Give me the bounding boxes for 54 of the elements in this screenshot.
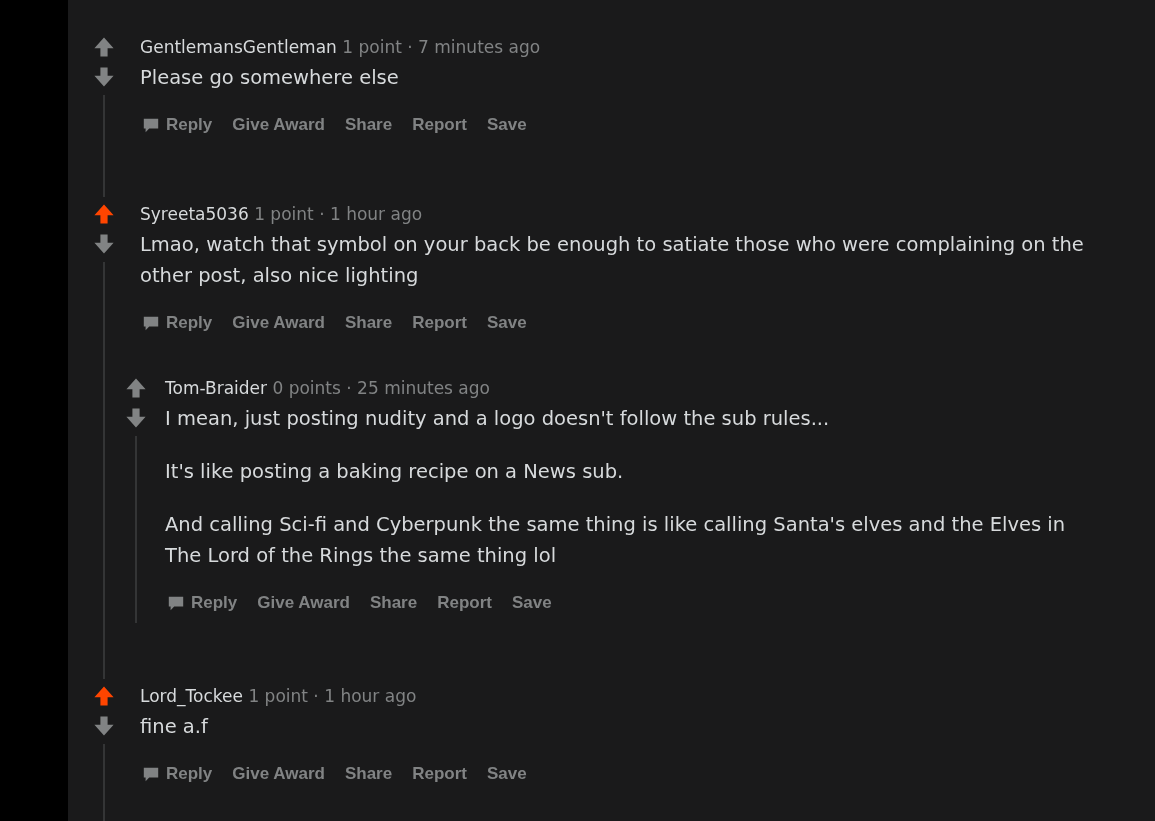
- username[interactable]: Syreeta5036: [140, 204, 249, 224]
- timestamp[interactable]: 7 minutes ago: [418, 37, 541, 57]
- username[interactable]: Lord_Tockee: [140, 686, 243, 706]
- award-button[interactable]: Give Award: [224, 758, 333, 790]
- reply-button[interactable]: Reply: [134, 758, 221, 790]
- award-button[interactable]: Give Award: [224, 307, 333, 339]
- points-count: 1 point: [248, 686, 308, 706]
- save-button[interactable]: Save: [478, 758, 535, 790]
- upvote-icon[interactable]: [92, 202, 116, 226]
- comment-text: fine a.f: [140, 714, 210, 740]
- comment-text: And calling Sci-fi and Cyberpunk the same thing is like calling Santa's elves and the Elves in The Lord of the Rings the same thing lol: [165, 512, 1067, 569]
- timestamp[interactable]: 25 minutes ago: [357, 378, 490, 398]
- upvote-icon[interactable]: [124, 376, 148, 400]
- speech-bubble-icon: [142, 116, 160, 134]
- upvote-icon[interactable]: [92, 684, 116, 708]
- separator-dot: ·: [313, 686, 319, 706]
- username[interactable]: GentlemansGentleman: [140, 37, 337, 57]
- comment-text: Please go somewhere else: [140, 65, 400, 91]
- speech-bubble-icon: [167, 594, 185, 612]
- points-count: 1 point: [342, 37, 402, 57]
- separator-dot: ·: [346, 378, 352, 398]
- share-button[interactable]: Share: [361, 587, 426, 619]
- downvote-icon[interactable]: [92, 714, 116, 738]
- share-button[interactable]: Share: [336, 758, 401, 790]
- comment-text: It's like posting a baking recipe on a News sub.: [165, 459, 625, 485]
- award-button[interactable]: Give Award: [224, 109, 333, 141]
- report-button[interactable]: Report: [404, 109, 475, 141]
- report-button[interactable]: Report: [404, 758, 475, 790]
- speech-bubble-icon: [142, 765, 160, 783]
- comment-text: Lmao, watch that symbol on your back be enough to satiate those who were complaining on the other post, also nice lighting: [140, 232, 1085, 289]
- separator-dot: ·: [319, 204, 325, 224]
- downvote-icon[interactable]: [124, 406, 148, 430]
- share-button[interactable]: Share: [336, 109, 401, 141]
- timestamp[interactable]: 1 hour ago: [324, 686, 417, 706]
- downvote-icon[interactable]: [92, 65, 116, 89]
- award-button[interactable]: Give Award: [249, 587, 358, 619]
- points-count: 1 point: [254, 204, 314, 224]
- reply-button[interactable]: Reply: [134, 307, 221, 339]
- save-button[interactable]: Save: [478, 307, 535, 339]
- timestamp[interactable]: 1 hour ago: [329, 204, 423, 224]
- separator-dot: ·: [407, 37, 413, 57]
- reply-button[interactable]: Reply: [134, 109, 221, 141]
- comment-text: I mean, just posting nudity and a logo doesn't follow the sub rules...: [165, 406, 831, 432]
- speech-bubble-icon: [142, 314, 160, 332]
- username[interactable]: Tom-Braider: [165, 378, 268, 398]
- points-count: 0 points: [272, 378, 341, 398]
- save-button[interactable]: Save: [478, 109, 535, 141]
- share-button[interactable]: Share: [336, 307, 401, 339]
- upvote-icon[interactable]: [92, 35, 116, 59]
- downvote-icon[interactable]: [92, 232, 116, 256]
- reply-button[interactable]: Reply: [159, 587, 246, 619]
- report-button[interactable]: Report: [429, 587, 500, 619]
- save-button[interactable]: Save: [503, 587, 560, 619]
- report-button[interactable]: Report: [404, 307, 475, 339]
